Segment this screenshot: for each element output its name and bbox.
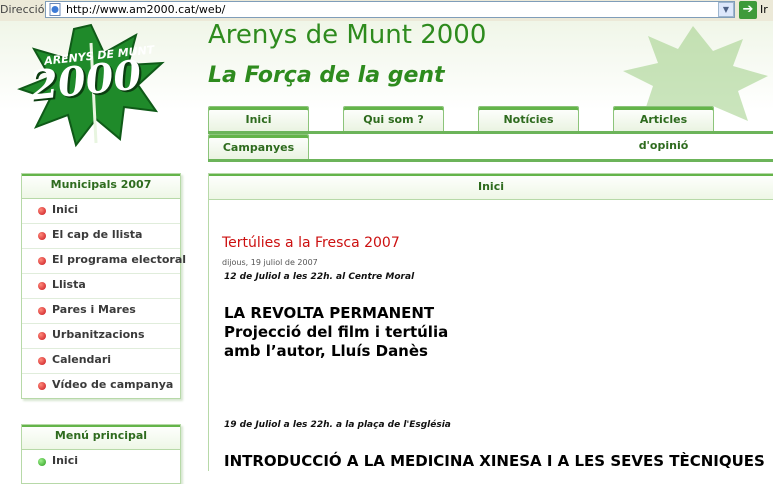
municipals-menu-title: Municipals 2007 <box>22 174 180 199</box>
site-title: Arenys de Munt 2000 <box>208 20 487 50</box>
sidebar-item-llista[interactable]: Llista <box>22 274 180 299</box>
tab-inici[interactable]: Inici <box>208 106 309 132</box>
address-bar: Dirección http://www.am2000.cat/web/ ▼ ➔… <box>0 0 773 22</box>
sidebar-item-programa-electoral[interactable]: El programa electoral <box>22 249 186 274</box>
bullet-icon <box>38 307 46 315</box>
bullet-icon <box>38 207 46 215</box>
content-left-border <box>208 200 209 471</box>
article-date: dijous, 19 juliol de 2007 <box>222 258 318 267</box>
municipals-menu-box: Municipals 2007 Inici El cap de llista E… <box>21 173 186 399</box>
event2-when: 19 de Juliol a les 22h. a la plaça de l'… <box>224 420 451 430</box>
tab-qui-som[interactable]: Qui som ? <box>343 106 444 132</box>
sidebar-item-urbanitzacions[interactable]: Urbanitzacions <box>22 324 180 349</box>
tab-noticies[interactable]: Notícies <box>478 106 579 132</box>
main-menu-title: Menú principal <box>22 425 180 450</box>
sidebar-item-pares-i-mares[interactable]: Pares i Mares <box>22 299 180 324</box>
url-input[interactable]: http://www.am2000.cat/web/ <box>45 1 735 18</box>
site-slogan: La Força de la gent <box>208 63 445 88</box>
sidebar-item-cap-de-llista[interactable]: El cap de llista <box>22 224 180 249</box>
bullet-icon <box>38 458 46 466</box>
bullet-icon <box>38 382 46 390</box>
sidebar-item-calendari[interactable]: Calendari <box>22 349 180 374</box>
sidebar-item-video-campanya[interactable]: Vídeo de campanya <box>22 374 180 398</box>
page-icon <box>49 3 61 16</box>
event1-line-3: amb l’autor, Lluís Danès <box>224 342 428 360</box>
go-button-label[interactable]: Ir <box>760 3 768 16</box>
bullet-icon <box>38 282 46 290</box>
tab-campanyes[interactable]: Campanyes <box>208 134 309 160</box>
chevron-down-icon[interactable]: ▼ <box>718 2 734 17</box>
go-arrow-icon[interactable]: ➔ <box>739 1 757 19</box>
bullet-icon <box>38 357 46 365</box>
address-label: Dirección <box>0 3 52 16</box>
event1-when: 12 de Juliol a les 22h. al Centre Moral <box>224 272 415 282</box>
article-title[interactable]: Tertúlies a la Fresca 2007 <box>222 235 400 251</box>
event2-line: INTRODUCCIÓ A LA MEDICINA XINESA I A LES… <box>224 452 765 470</box>
bullet-icon <box>38 257 46 265</box>
main-menu-box: Menú principal Inici <box>21 424 181 484</box>
bullet-icon <box>38 232 46 240</box>
content-section-title: Inici <box>208 173 773 200</box>
url-text: http://www.am2000.cat/web/ <box>66 3 226 16</box>
event1-line-2: Projecció del film i tertúlia <box>224 323 449 341</box>
tab-articles-opinio[interactable]: Articles d'opinió <box>613 106 714 152</box>
main-menu-item-inici[interactable]: Inici <box>22 450 180 474</box>
tab-row-divider-2 <box>208 159 773 162</box>
event1-line-1: LA REVOLTA PERMANENT <box>224 304 435 322</box>
bullet-icon <box>38 332 46 340</box>
sidebar-item-inici[interactable]: Inici <box>22 199 180 224</box>
